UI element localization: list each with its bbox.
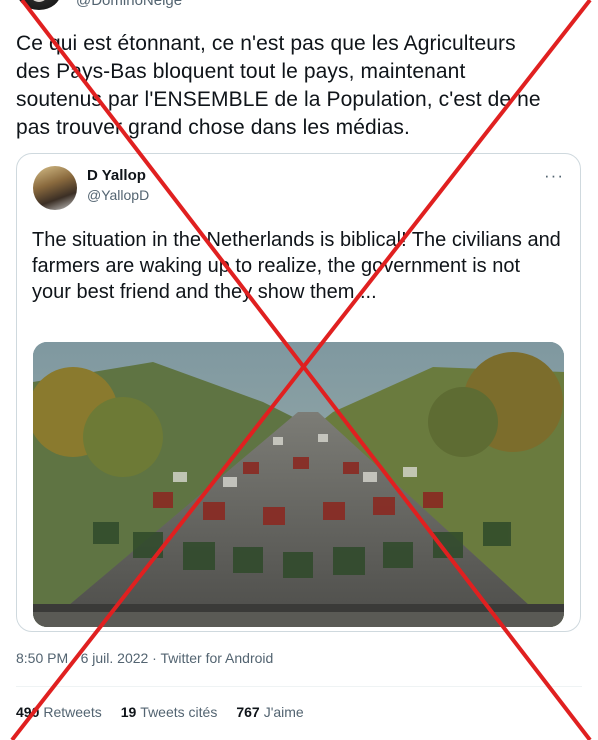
quoted-author-avatar[interactable]	[33, 166, 77, 210]
retweets-stat[interactable]: 490 Retweets	[16, 704, 102, 720]
quoted-author-name[interactable]: D Yallop	[87, 167, 146, 184]
quoted-tweet-text: The situation in the Netherlands is bibl…	[32, 229, 561, 303]
tweet-stats: 490 Retweets 19 Tweets cités 767 J'aime	[16, 704, 304, 720]
retweets-label: Retweets	[43, 704, 102, 720]
author-handle[interactable]: @DominoNeige	[76, 0, 182, 9]
likes-stat[interactable]: 767 J'aime	[236, 704, 303, 720]
quoted-author-handle: @YallopD	[87, 187, 150, 203]
quotes-count: 19	[120, 704, 137, 720]
likes-count: 767	[236, 704, 260, 720]
quote-tweets-stat[interactable]: 19 Tweets cités	[121, 704, 218, 720]
retweets-count: 490	[16, 704, 40, 720]
tweet-timestamp[interactable]: 8:50 PM · 6 juil. 2022 · Twitter for And…	[16, 650, 273, 666]
quotes-label: Tweets cités	[140, 704, 218, 720]
quoted-tweet-photo[interactable]	[33, 342, 564, 627]
quoted-tweet-card[interactable]: D Yallop @YallopD ··· The situation in t…	[16, 153, 581, 632]
tweet-text: Ce qui est étonnant, ce n'est pas que le…	[16, 32, 541, 139]
author-avatar[interactable]	[17, 0, 61, 10]
more-options-icon[interactable]: ···	[544, 166, 564, 186]
likes-label: J'aime	[263, 704, 304, 720]
divider	[16, 686, 582, 687]
